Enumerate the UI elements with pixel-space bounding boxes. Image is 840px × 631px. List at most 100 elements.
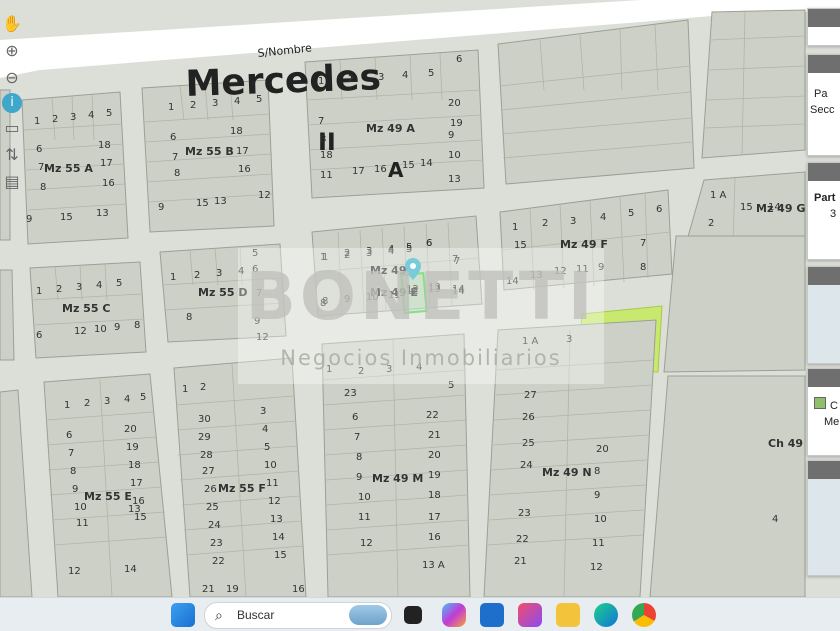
task-view-icon[interactable]	[404, 606, 422, 624]
lot-number-label: 2	[200, 382, 206, 393]
block-name-label: Mz 55 E	[84, 490, 132, 503]
lot-number-label: 8	[640, 262, 646, 273]
lot-number-label: 22	[212, 556, 225, 567]
lot-number-label: 23	[210, 538, 223, 549]
lot-number-label: 16	[102, 178, 115, 189]
lot-number-label: 12	[590, 562, 603, 573]
lot-number-label: 21	[428, 430, 441, 441]
panel-text-5-value: C	[830, 400, 838, 412]
block-name-label: Mz 55 B	[185, 145, 234, 158]
lot-number-label: 8	[186, 312, 192, 323]
copilot-icon[interactable]	[442, 603, 466, 627]
lot-number-label: 8	[594, 466, 600, 477]
lot-number-label: 2	[190, 100, 196, 111]
lot-number-label: 23	[518, 508, 531, 519]
chrome-icon[interactable]	[632, 603, 656, 627]
lot-number-label: 16	[428, 532, 441, 543]
edge-icon[interactable]	[594, 603, 618, 627]
photos-icon[interactable]	[518, 603, 542, 627]
block-name-label: Mz 49 A	[366, 122, 415, 135]
lot-number-label: 13	[448, 174, 461, 185]
lot-number-label: 7	[318, 116, 324, 127]
lot-number-label: 8	[356, 452, 362, 463]
lot-number-label: 27	[202, 466, 215, 477]
lot-number-label: 17	[352, 166, 365, 177]
panel-text-1: Pa	[814, 88, 828, 100]
lot-number-label: 21	[514, 556, 527, 567]
lot-number-label: 19	[226, 584, 239, 595]
lot-number-label: 2	[52, 114, 58, 125]
lot-number-label: 12	[74, 326, 87, 337]
lot-number-label: 23	[344, 388, 357, 399]
image-icon	[814, 397, 826, 409]
print-icon[interactable]: ▤	[0, 170, 24, 194]
lot-number-label: 6	[656, 204, 662, 215]
zoom-in-icon[interactable]: ⊕	[0, 39, 24, 63]
lot-number-label: 10	[594, 514, 607, 525]
lot-number-label: 3	[70, 112, 76, 123]
panel-box-5[interactable]: C Me	[807, 368, 840, 456]
lot-number-label: 20	[596, 444, 609, 455]
lot-number-label: 4	[262, 424, 268, 435]
lot-number-label: 7	[172, 152, 178, 163]
panel-box-6[interactable]	[807, 460, 840, 576]
measure-icon[interactable]: ▭	[0, 116, 24, 140]
hand-icon[interactable]: ✋	[0, 12, 24, 36]
lot-number-label: 14	[768, 202, 781, 213]
lot-number-label: 4	[772, 514, 778, 525]
lot-number-label: 2	[348, 74, 354, 85]
panel-box-4[interactable]	[807, 266, 840, 364]
store-icon[interactable]	[480, 603, 504, 627]
lot-number-label: 5	[116, 278, 122, 289]
lot-number-label: 29	[198, 432, 211, 443]
block-mz-49-b[interactable]	[497, 19, 695, 185]
lot-number-label: 17	[236, 146, 249, 157]
lot-number-label: 10	[264, 460, 277, 471]
block-mz-55-f[interactable]	[173, 357, 307, 597]
lot-number-label: 4	[234, 96, 240, 107]
block-ch-49[interactable]	[649, 235, 806, 597]
windows-start-icon[interactable]	[171, 603, 195, 627]
block-mz-49-row1-right[interactable]	[701, 9, 806, 159]
search-icon: ⌕	[215, 607, 223, 623]
lot-number-label: 20	[124, 424, 137, 435]
lot-number-label: 7	[640, 238, 646, 249]
lot-number-label: 1	[170, 272, 176, 283]
lot-number-label: 19	[450, 118, 463, 129]
lot-number-label: 15	[274, 550, 287, 561]
panel-box-3[interactable]: Part 3	[807, 162, 840, 260]
layers-icon[interactable]: ⇅	[0, 143, 24, 167]
lot-number-label: 3	[104, 396, 110, 407]
lot-number-label: 22	[426, 410, 439, 421]
lot-number-label: 19	[126, 442, 139, 453]
lot-number-label: 8	[174, 168, 180, 179]
lot-number-label: 9	[72, 484, 78, 495]
map-toolbar: ✋ ⊕ ⊖ i ▭ ⇅ ▤	[0, 12, 26, 197]
lot-number-label: 17	[130, 478, 143, 489]
lot-number-label: 3	[260, 406, 266, 417]
zoom-out-icon[interactable]: ⊖	[0, 66, 24, 90]
lot-number-label: 22	[516, 534, 529, 545]
info-panel: Pa Secc Part 3 C Me	[804, 8, 840, 576]
block-name-label: Mz 49 M	[372, 472, 423, 485]
lot-number-label: 20	[428, 450, 441, 461]
lot-number-label: 28	[200, 450, 213, 461]
lot-number-label: 27	[524, 390, 537, 401]
lot-number-label: 10	[448, 150, 461, 161]
lot-number-label: 9	[356, 472, 362, 483]
panel-box-2[interactable]: Pa Secc	[807, 54, 840, 156]
lot-number-label: 6	[66, 430, 72, 441]
lot-number-label: 20	[448, 98, 461, 109]
lot-number-label: 1	[168, 102, 174, 113]
lot-number-label: 2	[84, 398, 90, 409]
lot-number-label: 1	[36, 286, 42, 297]
file-explorer-icon[interactable]	[556, 603, 580, 627]
lot-number-label: 13	[128, 504, 141, 515]
lot-number-label: 12	[268, 496, 281, 507]
taskbar-search[interactable]: ⌕ Buscar	[204, 602, 392, 629]
info-icon[interactable]: i	[2, 93, 22, 113]
lot-number-label: 4	[600, 212, 606, 223]
lot-number-label: 7	[354, 432, 360, 443]
panel-box-1[interactable]	[807, 8, 840, 46]
lot-number-label: 25	[206, 502, 219, 513]
